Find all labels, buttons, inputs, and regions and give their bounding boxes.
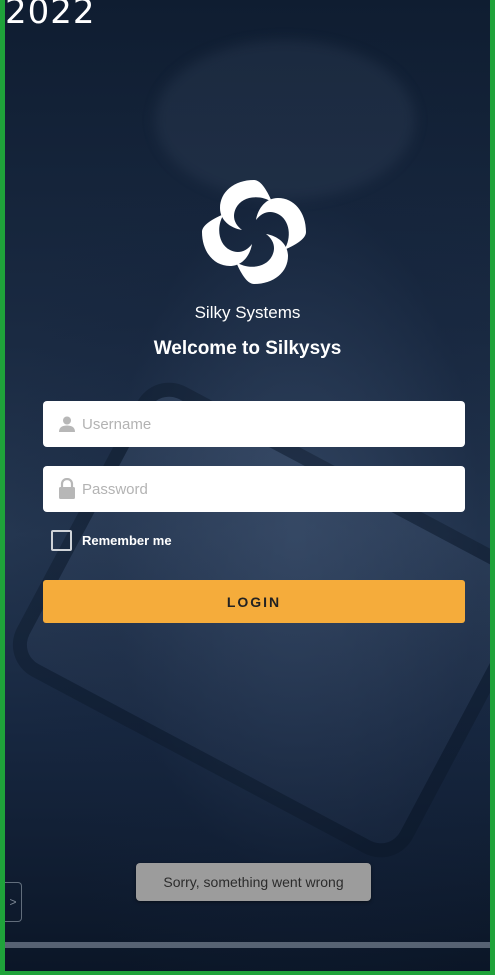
remember-me-checkbox[interactable] xyxy=(51,530,72,551)
app-screen: 2022 Silky Systems Welcome to Silkysys U… xyxy=(0,0,495,975)
username-input[interactable] xyxy=(82,415,442,433)
bottom-scrollbar[interactable] xyxy=(5,942,490,948)
username-field[interactable] xyxy=(43,401,465,447)
user-icon xyxy=(56,413,78,435)
lock-icon xyxy=(56,478,78,500)
password-input[interactable] xyxy=(82,480,442,498)
remember-me-row[interactable]: Remember me xyxy=(51,530,172,551)
chevron-right-icon: > xyxy=(9,895,17,909)
login-button[interactable]: LOGIN xyxy=(43,580,465,623)
error-toast: Sorry, something went wrong xyxy=(136,863,371,901)
year-overlay-text: 2022 xyxy=(5,0,96,32)
silky-logo-icon xyxy=(202,180,306,284)
brand-name: Silky Systems xyxy=(194,303,301,322)
remember-me-label: Remember me xyxy=(82,533,172,548)
password-field[interactable] xyxy=(43,466,465,512)
welcome-heading: Welcome to Silkysys xyxy=(153,338,342,359)
side-expand-tab[interactable]: > xyxy=(5,882,22,922)
